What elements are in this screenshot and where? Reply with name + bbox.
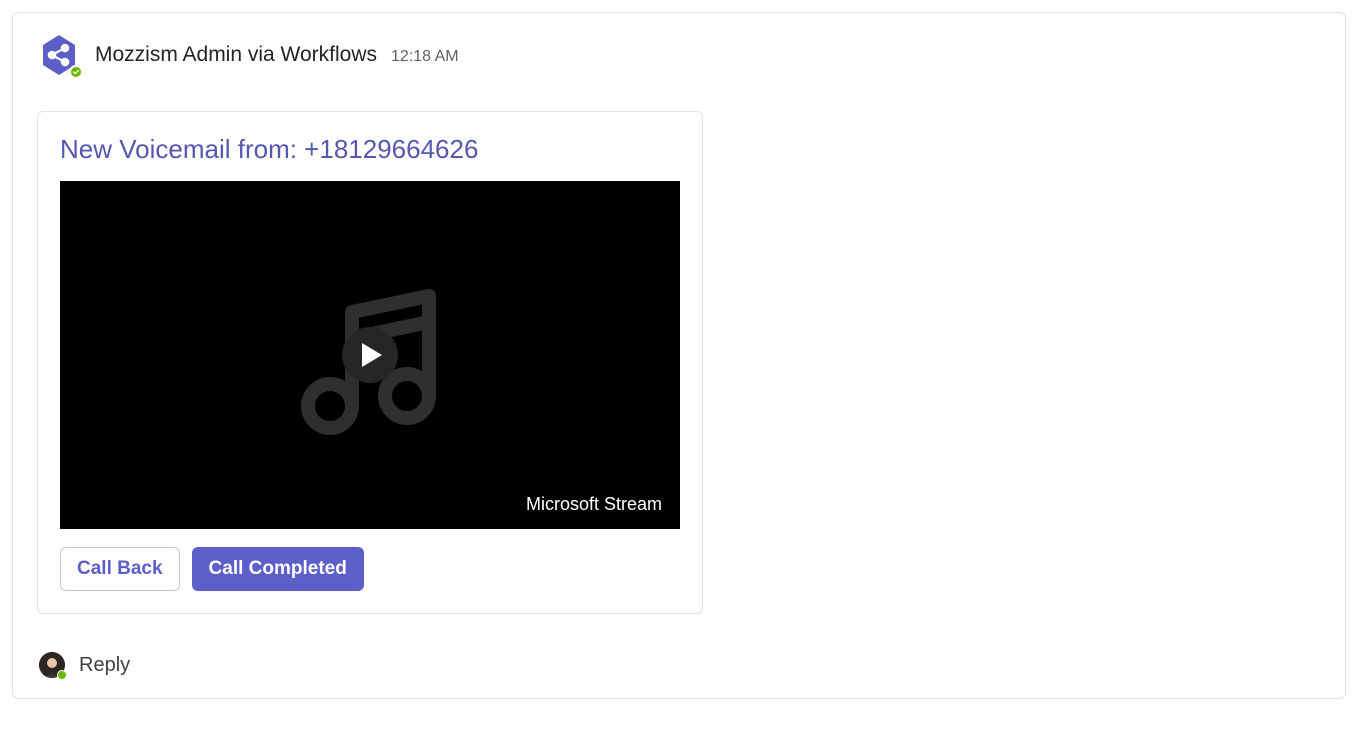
sender-line: Mozzism Admin via Workflows 12:18 AM — [95, 43, 459, 67]
media-player[interactable]: Microsoft Stream — [60, 181, 680, 529]
reply-row[interactable]: Reply — [37, 652, 1321, 678]
call-back-button[interactable]: Call Back — [60, 547, 180, 591]
card-actions: Call Back Call Completed — [60, 547, 680, 591]
card-title[interactable]: New Voicemail from: +18129664626 — [60, 134, 680, 165]
play-icon — [362, 343, 382, 367]
current-user-avatar[interactable] — [39, 652, 65, 678]
message-header: Mozzism Admin via Workflows 12:18 AM — [37, 33, 1321, 77]
sender-name[interactable]: Mozzism Admin via Workflows — [95, 43, 377, 67]
sender-avatar[interactable] — [37, 33, 81, 77]
presence-available-icon — [57, 670, 67, 680]
reply-label[interactable]: Reply — [79, 654, 130, 677]
voicemail-card: New Voicemail from: +18129664626 Microso… — [37, 111, 703, 614]
media-provider-label: Microsoft Stream — [526, 494, 662, 515]
presence-available-icon — [69, 65, 83, 79]
call-completed-button[interactable]: Call Completed — [192, 547, 364, 591]
message-timestamp: 12:18 AM — [391, 48, 459, 66]
play-button[interactable] — [342, 327, 398, 383]
message-container: Mozzism Admin via Workflows 12:18 AM New… — [12, 12, 1346, 699]
